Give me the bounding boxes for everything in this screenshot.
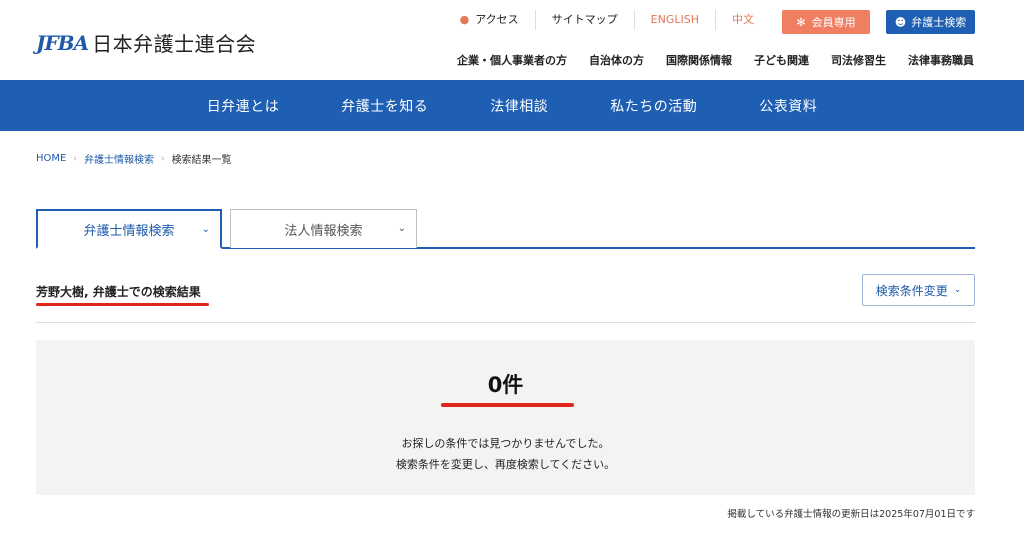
audience-link-trainees[interactable]: 司法修習生 <box>831 52 886 68</box>
chevron-right-icon: › <box>73 153 77 164</box>
audience-link-business[interactable]: 企業・個人事業者の方 <box>457 52 567 68</box>
member-only-button[interactable]: ✻ 会員専用 <box>782 10 870 34</box>
map-pin-icon: ● <box>459 13 470 26</box>
site-logo[interactable]: JFBA 日本弁護士連合会 <box>36 28 256 57</box>
chevron-down-icon: ⌄ <box>397 223 406 234</box>
site-header: JFBA 日本弁護士連合会 ● アクセス サイトマップ ENGLISH 中文 ✻… <box>0 0 1024 80</box>
logo-mark: JFBA <box>36 30 89 55</box>
gnav-publications[interactable]: 公表資料 <box>759 96 817 116</box>
chevron-right-icon: › <box>160 153 165 164</box>
gnav-about[interactable]: 日弁連とは <box>207 96 280 116</box>
utility-nav: ● アクセス サイトマップ ENGLISH 中文 <box>444 10 770 30</box>
change-search-conditions-button[interactable]: 検索条件変更 ⌄ <box>862 274 975 306</box>
lawyer-search-button[interactable]: ☻ 弁護士検索 <box>886 10 975 34</box>
results-panel: 0件 お探しの条件では見つかりませんでした。 検索条件を変更し、再度検索してくだ… <box>36 340 975 495</box>
tab-corporate-search[interactable]: 法人情報検索 ⌄ <box>230 209 417 248</box>
audience-link-international[interactable]: 国際関係情報 <box>666 52 732 68</box>
tab-lawyer-search-label: 弁護士情報検索 <box>83 223 175 239</box>
change-search-conditions-label: 検索条件変更 <box>875 283 948 298</box>
gnav-legal-consultation[interactable]: 法律相談 <box>490 96 548 116</box>
result-heading: 芳野大樹, 弁護士での検索結果 <box>36 285 201 299</box>
util-sitemap-link[interactable]: サイトマップ <box>536 10 635 30</box>
util-chinese-link[interactable]: 中文 <box>716 10 770 30</box>
global-nav: 日弁連とは 弁護士を知る 法律相談 私たちの活動 公表資料 <box>0 80 1024 131</box>
util-english-link[interactable]: ENGLISH <box>635 10 716 30</box>
breadcrumb-lawyer-search[interactable]: 弁護士情報検索 <box>84 151 154 166</box>
no-results-hint: 検索条件を変更し、再度検索してください。 <box>395 458 616 471</box>
audience-link-staff[interactable]: 法律事務職員 <box>908 52 974 68</box>
red-underline <box>441 403 574 407</box>
member-only-label: 会員専用 <box>811 16 856 29</box>
gear-icon: ✻ <box>796 15 806 29</box>
util-chinese-label: 中文 <box>732 13 754 26</box>
util-access-label: アクセス <box>475 13 519 26</box>
chevron-down-icon: ⌄ <box>953 285 962 295</box>
util-english-label: ENGLISH <box>650 13 699 26</box>
chevron-down-icon: ⌄ <box>201 224 210 235</box>
search-tabs: 弁護士情報検索 ⌄ 法人情報検索 ⌄ <box>36 209 975 249</box>
divider <box>36 322 975 323</box>
tab-corporate-search-label: 法人情報検索 <box>284 223 363 239</box>
breadcrumb-home[interactable]: HOME <box>36 153 66 164</box>
update-date-note: 掲載している弁護士情報の更新日は2025年07月01日です <box>727 509 975 520</box>
result-count: 0件 <box>487 373 524 397</box>
gnav-activities[interactable]: 私たちの活動 <box>610 96 697 116</box>
lawyer-search-label: 弁護士検索 <box>911 16 967 29</box>
red-underline <box>36 303 209 306</box>
audience-nav: 企業・個人事業者の方 自治体の方 国際関係情報 子ども関連 司法修習生 法律事務… <box>435 52 974 68</box>
breadcrumb: HOME › 弁護士情報検索 › 検索結果一覧 <box>36 151 232 166</box>
person-icon: ☻ <box>894 15 907 29</box>
audience-link-municipality[interactable]: 自治体の方 <box>589 52 644 68</box>
audience-link-children[interactable]: 子ども関連 <box>754 52 809 68</box>
logo-text: 日本弁護士連合会 <box>92 32 257 56</box>
util-sitemap-label: サイトマップ <box>551 13 618 26</box>
breadcrumb-current: 検索結果一覧 <box>171 155 232 166</box>
no-results-message: お探しの条件では見つかりませんでした。 <box>401 437 610 450</box>
gnav-know-lawyers[interactable]: 弁護士を知る <box>341 96 428 116</box>
util-access-link[interactable]: ● アクセス <box>444 10 536 30</box>
tab-lawyer-search[interactable]: 弁護士情報検索 ⌄ <box>36 209 222 249</box>
